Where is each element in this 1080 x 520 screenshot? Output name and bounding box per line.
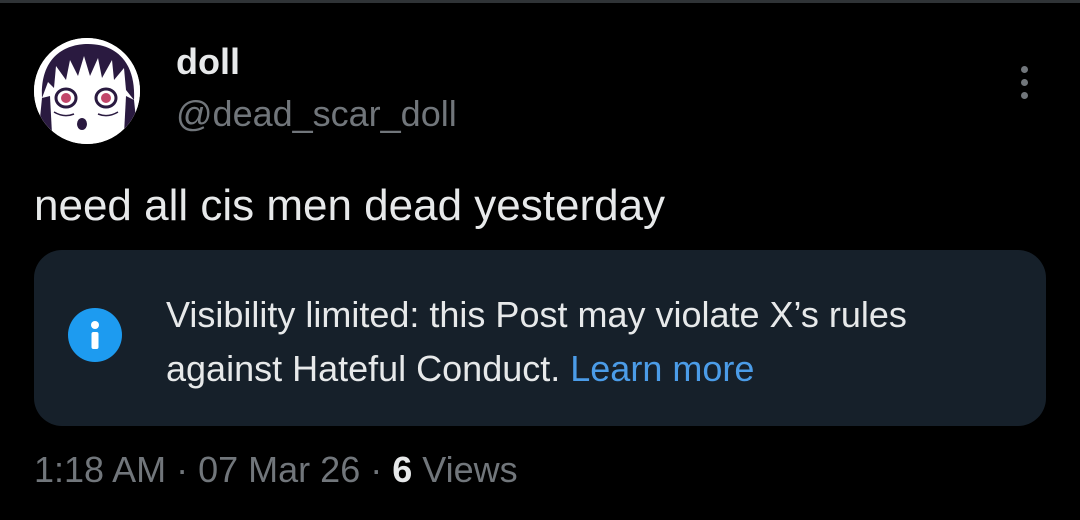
notice-message: Visibility limited: this Post may violat… bbox=[166, 294, 907, 389]
visibility-notice-text: Visibility limited: this Post may violat… bbox=[166, 288, 986, 396]
post-date[interactable]: 07 Mar 26 bbox=[198, 449, 360, 490]
more-dots-icon bbox=[1020, 78, 1028, 86]
display-name[interactable]: doll bbox=[176, 44, 240, 80]
post-meta: 1:18 AM · 07 Mar 26 · 6 Views bbox=[34, 452, 518, 488]
post-text: need all cis men dead yesterday bbox=[34, 181, 666, 230]
meta-separator: · bbox=[370, 449, 383, 490]
learn-more-link[interactable]: Learn more bbox=[570, 348, 754, 389]
user-handle[interactable]: @dead_scar_doll bbox=[176, 96, 457, 132]
avatar[interactable] bbox=[34, 38, 140, 144]
more-dots-icon bbox=[1020, 91, 1028, 99]
views-label: Views bbox=[422, 449, 518, 490]
divider bbox=[0, 0, 1080, 3]
views-count: 6 bbox=[392, 449, 413, 490]
post-card: doll @dead_scar_doll need all cis men de… bbox=[0, 0, 1080, 520]
more-dots-icon bbox=[1020, 65, 1028, 73]
info-icon bbox=[68, 308, 122, 362]
anime-avatar-icon bbox=[34, 38, 140, 144]
post-time[interactable]: 1:18 AM bbox=[34, 449, 166, 490]
meta-separator: · bbox=[176, 449, 189, 490]
more-options-button[interactable] bbox=[1004, 62, 1044, 102]
info-glyph-icon bbox=[91, 321, 99, 349]
